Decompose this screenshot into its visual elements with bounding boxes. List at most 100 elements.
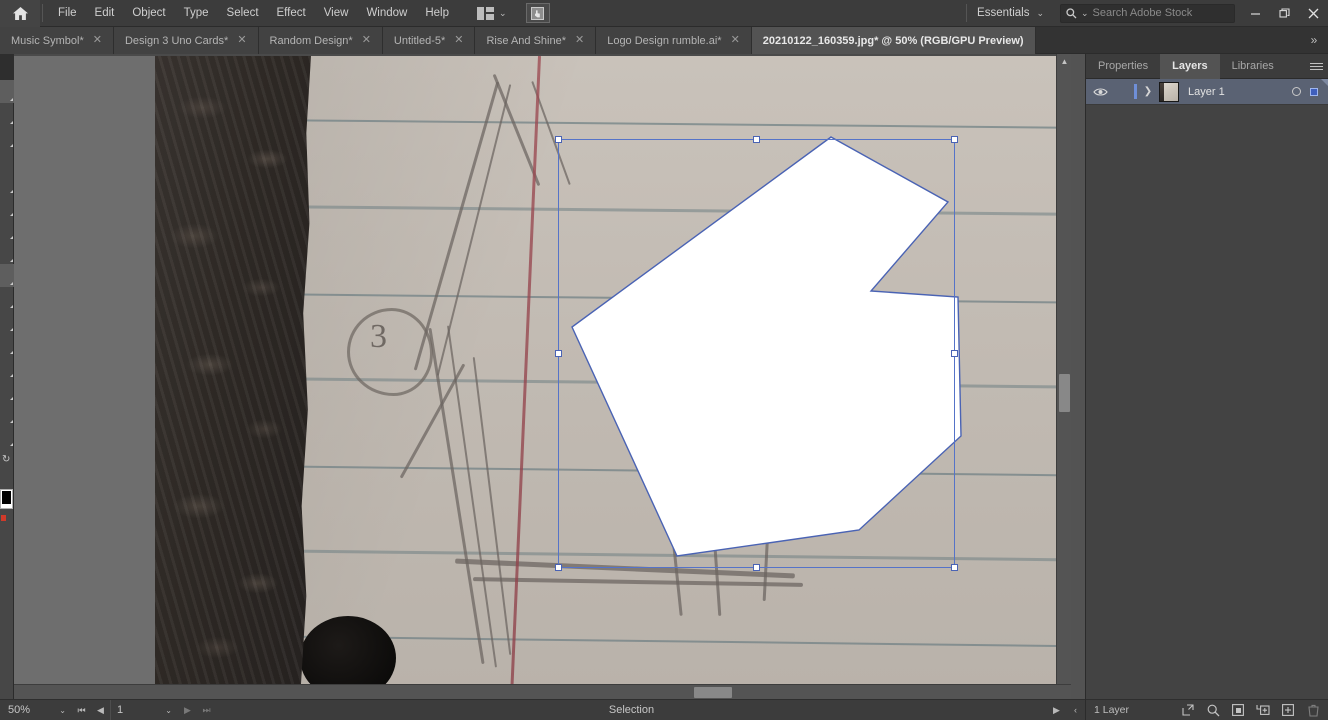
arrange-documents-button[interactable]: ⌄ xyxy=(472,2,512,24)
tool-paintbrush[interactable] xyxy=(0,287,14,310)
selection-handle-top-right[interactable] xyxy=(951,136,958,143)
selection-handle-bottom-right[interactable] xyxy=(951,564,958,571)
menu-view[interactable]: View xyxy=(315,0,358,27)
selection-handle-top-center[interactable] xyxy=(753,136,760,143)
tool-line-segment[interactable] xyxy=(0,241,14,264)
tab-label: Design 3 Uno Cards* xyxy=(124,34,229,47)
tool-curvature[interactable] xyxy=(0,195,14,218)
screen-mode-button[interactable] xyxy=(525,3,550,23)
layer-visibility-toggle[interactable] xyxy=(1086,87,1114,97)
new-layer-icon xyxy=(1282,704,1294,716)
menu-select[interactable]: Select xyxy=(218,0,268,27)
zoom-level-field[interactable]: 50% ⌄ xyxy=(0,700,72,720)
scroll-up-arrow-icon[interactable]: ▲ xyxy=(1057,54,1071,69)
tool-scale[interactable] xyxy=(0,379,14,402)
panel-menu-button[interactable] xyxy=(1304,54,1328,78)
fill-stroke-swatch[interactable] xyxy=(0,489,13,509)
close-icon[interactable]: ✕ xyxy=(575,35,584,46)
tool-free-transform[interactable] xyxy=(0,425,14,448)
tool-magic-wand[interactable] xyxy=(0,126,14,149)
status-menu-button[interactable]: ▶ xyxy=(1047,700,1066,720)
last-artboard-button[interactable]: ⏭ xyxy=(197,700,216,720)
make-clipping-mask-button[interactable] xyxy=(1231,703,1245,717)
tool-lasso[interactable] xyxy=(0,149,14,172)
selection-handle-bottom-center[interactable] xyxy=(753,564,760,571)
minimize-button[interactable] xyxy=(1241,0,1270,27)
adobe-stock-search[interactable]: ⌄ Search Adobe Stock xyxy=(1060,3,1235,23)
tool-shaper[interactable] xyxy=(0,310,14,333)
selection-handle-middle-right[interactable] xyxy=(951,350,958,357)
next-artboard-button[interactable]: ▶ xyxy=(178,700,197,720)
document-tab-rise-and-shine[interactable]: Rise And Shine* ✕ xyxy=(475,27,597,54)
layers-list[interactable]: ❯ Layer 1 xyxy=(1086,79,1328,699)
layer-expand-toggle[interactable]: ❯ xyxy=(1137,86,1159,97)
tool-pen[interactable] xyxy=(0,172,14,195)
tab-properties[interactable]: Properties xyxy=(1086,54,1160,79)
menu-help[interactable]: Help xyxy=(416,0,458,27)
document-tab-design-3-uno-cards[interactable]: Design 3 Uno Cards* ✕ xyxy=(113,27,259,54)
annotation-number: 3 xyxy=(370,318,387,355)
canvas-horizontal-scrollbar[interactable] xyxy=(14,684,1071,699)
chevron-down-icon: ⌄ xyxy=(1036,7,1044,18)
tool-type[interactable] xyxy=(0,218,14,241)
artboard-number-field[interactable]: 1 ⌄ xyxy=(110,699,178,720)
none-color-indicator[interactable] xyxy=(1,515,6,521)
document-tab-random-design[interactable]: Random Design* ✕ xyxy=(258,27,383,54)
tool-rectangle[interactable] xyxy=(0,264,14,287)
layer-name[interactable]: Layer 1 xyxy=(1188,86,1225,98)
layer-target-icon[interactable] xyxy=(1292,87,1301,96)
tool-direct-selection[interactable] xyxy=(0,103,14,126)
close-icon[interactable]: ✕ xyxy=(731,35,740,46)
close-icon[interactable]: ✕ xyxy=(237,35,246,46)
tool-rotate[interactable] xyxy=(0,356,14,379)
tool-width[interactable] xyxy=(0,402,14,425)
first-artboard-button[interactable]: ⏮ xyxy=(72,700,91,720)
tool-rotate-view-icon[interactable]: ↻ xyxy=(2,454,10,465)
tool-eraser[interactable] xyxy=(0,333,14,356)
status-collapse-button[interactable]: ‹ xyxy=(1066,700,1085,720)
canvas-vertical-scrollbar[interactable]: ▲ ▼ xyxy=(1056,54,1071,699)
canvas-area[interactable]: 3 ▲ ▼ xyxy=(14,54,1071,699)
menu-object[interactable]: Object xyxy=(123,0,174,27)
search-input[interactable]: Search Adobe Stock xyxy=(1093,7,1193,19)
previous-artboard-button[interactable]: ◀ xyxy=(91,700,110,720)
layer-selection-indicator[interactable] xyxy=(1310,87,1318,96)
new-layer-button[interactable] xyxy=(1281,703,1295,717)
arrange-documents-icon xyxy=(477,6,494,20)
tool-selection[interactable] xyxy=(0,80,14,103)
locate-object-button[interactable] xyxy=(1181,703,1195,717)
vertical-scroll-thumb[interactable] xyxy=(1059,374,1070,412)
workspace-switcher[interactable]: Essentials ⌄ xyxy=(967,0,1054,27)
close-icon[interactable]: ✕ xyxy=(362,35,371,46)
menu-edit[interactable]: Edit xyxy=(86,0,124,27)
delete-layer-button[interactable] xyxy=(1306,703,1320,717)
status-bar: 50% ⌄ ⏮ ◀ 1 ⌄ ▶ ⏭ Selection ▶ ‹ xyxy=(0,699,1085,720)
maximize-button[interactable] xyxy=(1270,0,1299,27)
tab-overflow-button[interactable]: » xyxy=(1300,27,1328,53)
horizontal-scroll-thumb[interactable] xyxy=(694,687,732,698)
menu-effect[interactable]: Effect xyxy=(268,0,315,27)
document-tab-active[interactable]: 20210122_160359.jpg* @ 50% (RGB/GPU Prev… xyxy=(751,27,1036,54)
selection-handle-bottom-left[interactable] xyxy=(555,564,562,571)
menu-window[interactable]: Window xyxy=(357,0,416,27)
chevron-down-icon[interactable]: ⌄ xyxy=(165,706,172,715)
new-sublayer-button[interactable] xyxy=(1256,703,1270,717)
close-icon[interactable]: ✕ xyxy=(93,35,102,46)
menu-type[interactable]: Type xyxy=(175,0,218,27)
document-tab-music-symbol[interactable]: Music Symbol* ✕ xyxy=(0,27,114,54)
fill-color-swatch[interactable] xyxy=(2,491,11,504)
document-tab-logo-design-rumble[interactable]: Logo Design rumble.ai* ✕ xyxy=(596,27,752,54)
close-icon[interactable]: ✕ xyxy=(454,35,463,46)
menu-file[interactable]: File xyxy=(49,0,86,27)
layer-row[interactable]: ❯ Layer 1 xyxy=(1086,79,1328,105)
tab-layers[interactable]: Layers xyxy=(1160,54,1220,79)
chevron-down-icon[interactable]: ⌄ xyxy=(59,706,66,715)
selection-handle-middle-left[interactable] xyxy=(555,350,562,357)
tab-libraries[interactable]: Libraries xyxy=(1220,54,1286,79)
selection-handle-top-left[interactable] xyxy=(555,136,562,143)
close-button[interactable] xyxy=(1299,0,1328,27)
screen-mode-icon xyxy=(531,6,545,20)
home-button[interactable] xyxy=(0,0,40,27)
document-tab-untitled-5[interactable]: Untitled-5* ✕ xyxy=(382,27,476,54)
search-layer-button[interactable] xyxy=(1206,703,1220,717)
